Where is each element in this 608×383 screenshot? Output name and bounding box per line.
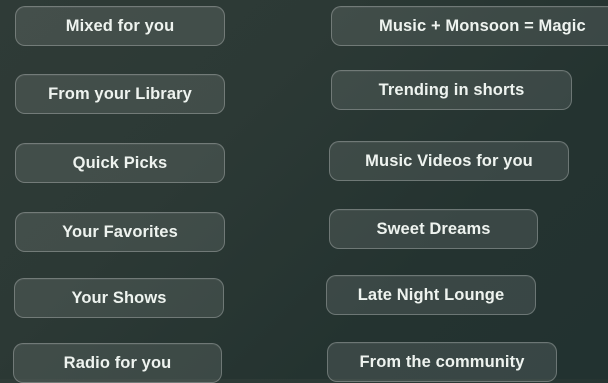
chip-from-your-library[interactable]: From your Library — [15, 74, 225, 114]
chip-your-shows[interactable]: Your Shows — [14, 278, 224, 318]
chip-quick-picks[interactable]: Quick Picks — [15, 143, 225, 183]
chip-music-monsoon-magic[interactable]: Music + Monsoon = Magic — [331, 6, 608, 46]
chip-late-night-lounge[interactable]: Late Night Lounge — [326, 275, 536, 315]
chip-your-favorites[interactable]: Your Favorites — [15, 212, 225, 252]
chip-mixed-for-you[interactable]: Mixed for you — [15, 6, 225, 46]
chip-music-videos-for-you[interactable]: Music Videos for you — [329, 141, 569, 181]
chip-radio-for-you[interactable]: Radio for you — [13, 343, 222, 383]
chip-trending-in-shorts[interactable]: Trending in shorts — [331, 70, 572, 110]
category-chips-screen: Mixed for you From your Library Quick Pi… — [0, 0, 608, 383]
chip-sweet-dreams[interactable]: Sweet Dreams — [329, 209, 538, 249]
chip-from-the-community[interactable]: From the community — [327, 342, 557, 382]
